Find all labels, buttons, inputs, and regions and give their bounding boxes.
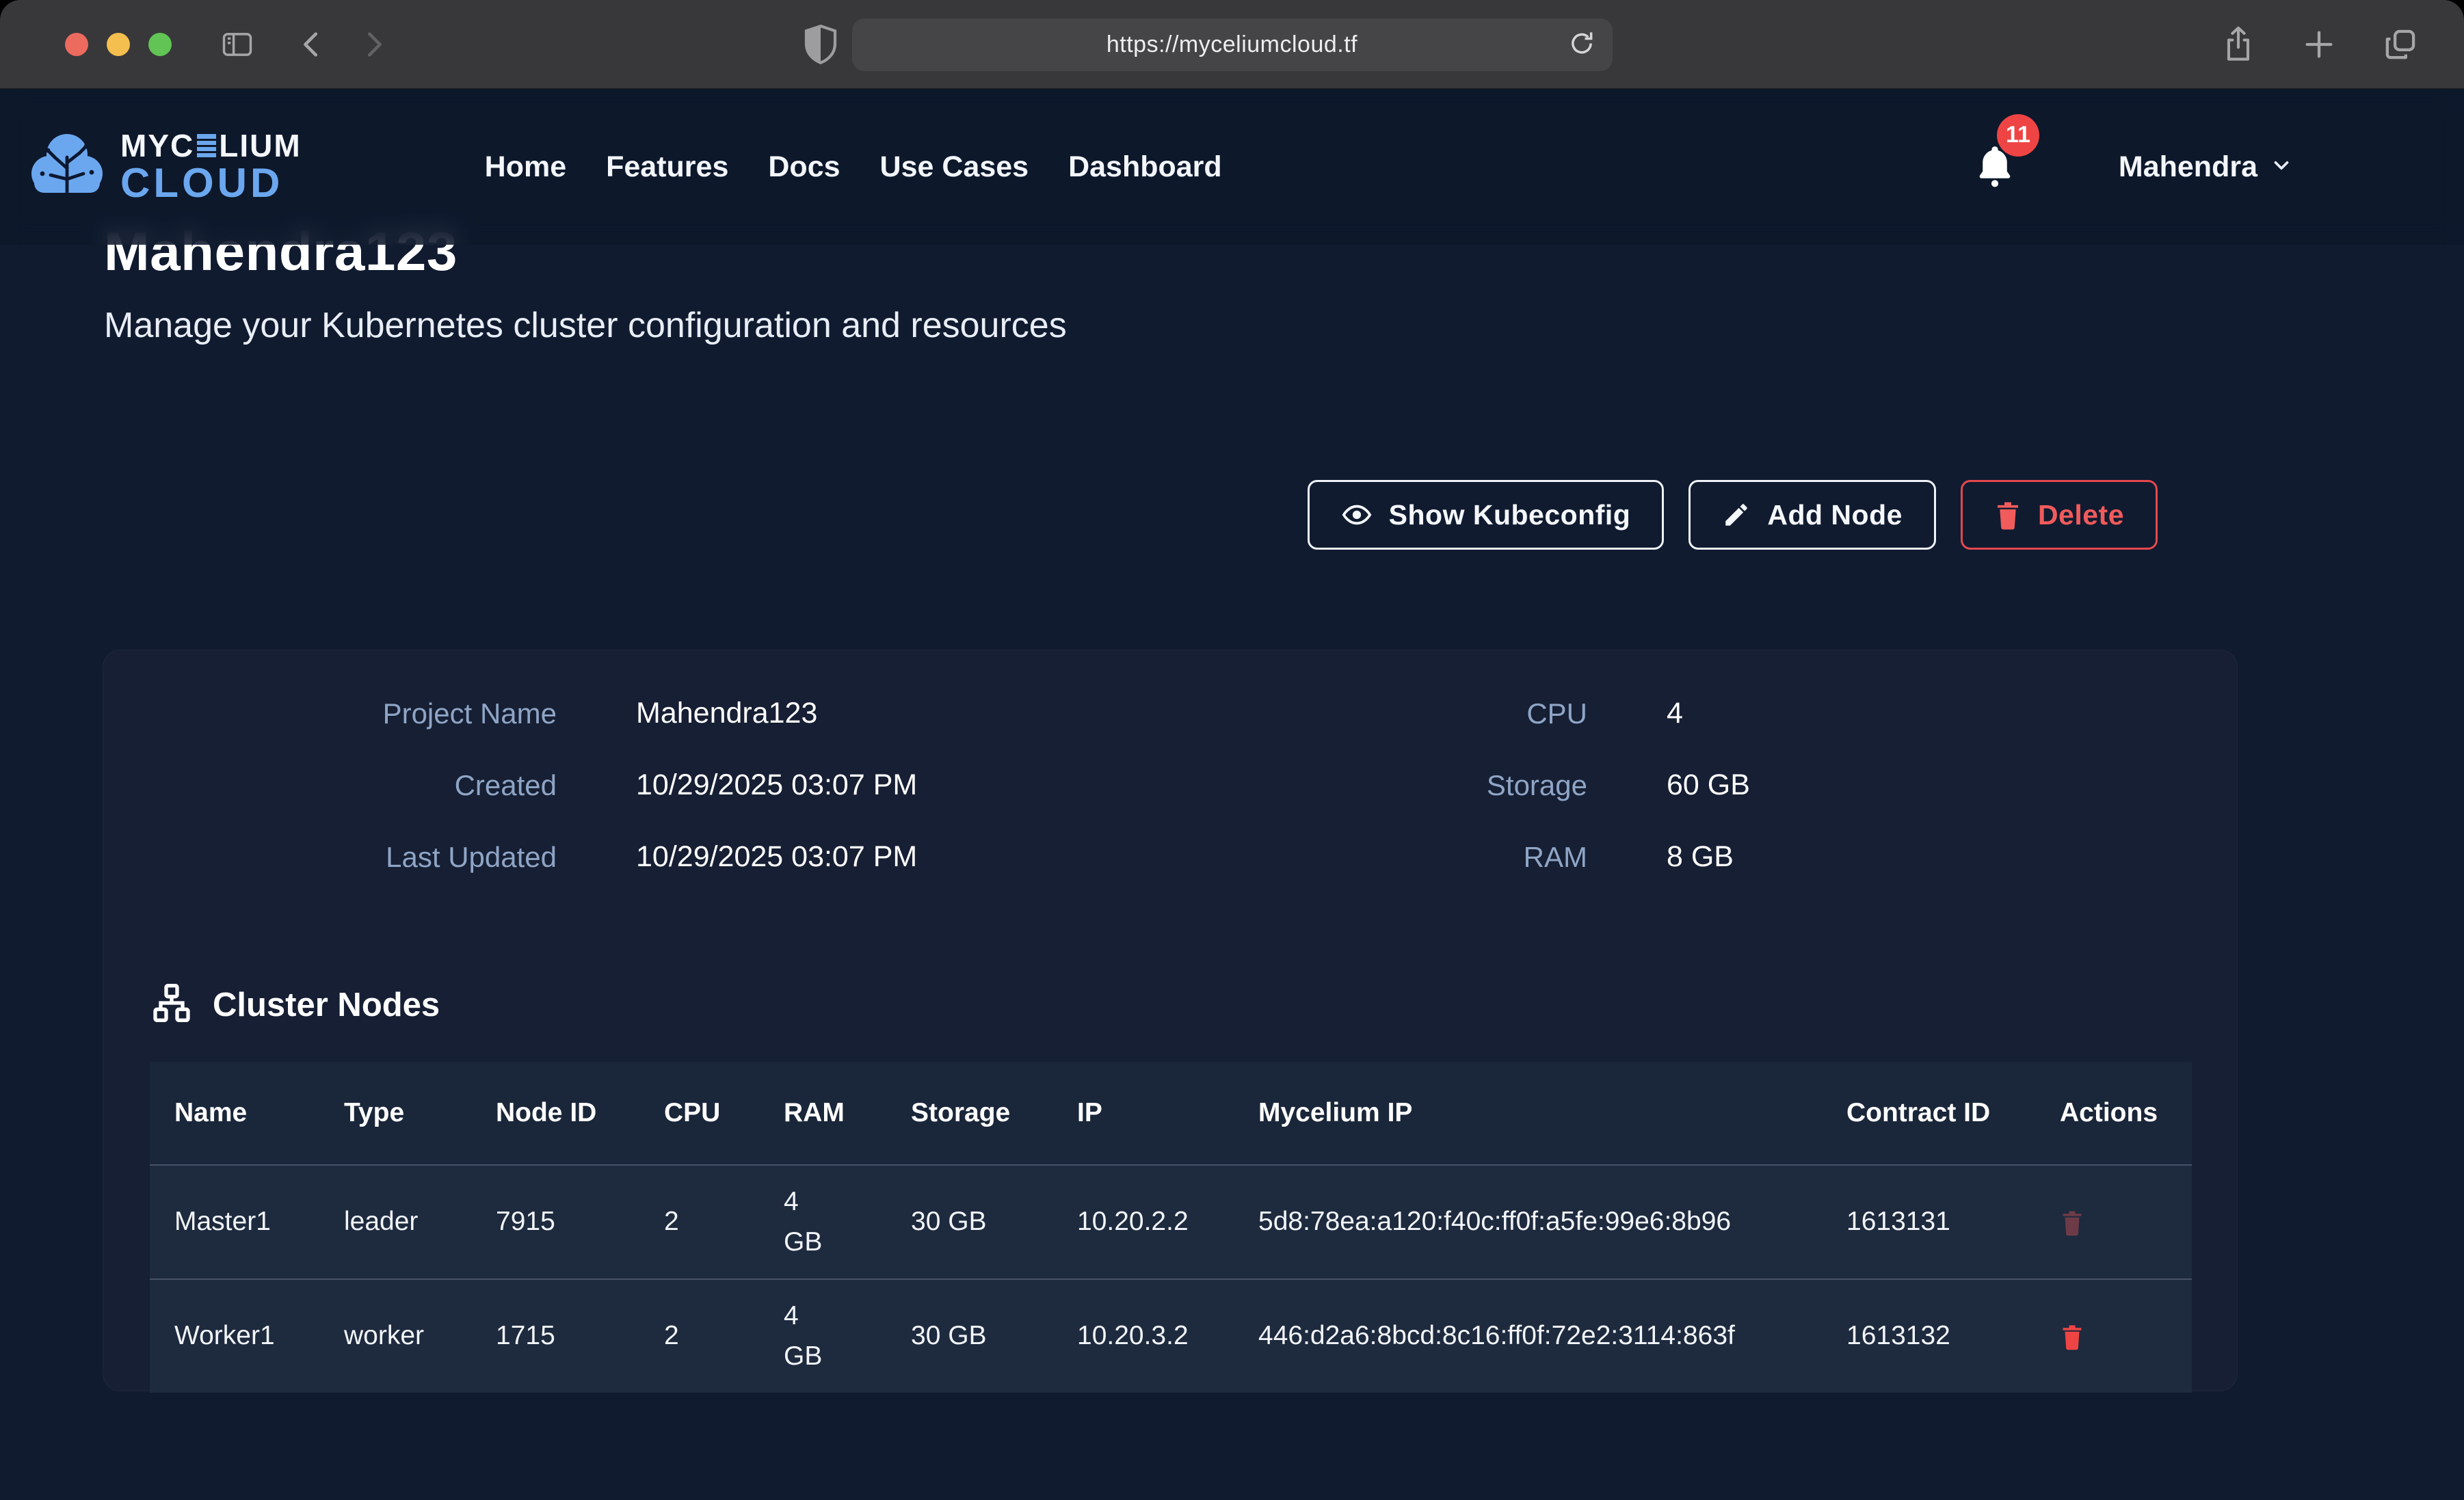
project-name-value: Mahendra123 — [636, 697, 817, 730]
col-cpu: CPU — [639, 1062, 759, 1164]
node-id: 7915 — [471, 1166, 639, 1278]
url-text: https://myceliumcloud.tf — [1107, 31, 1357, 58]
table-row: Worker1 worker 1715 2 4 GB 30 GB 10.20.3… — [150, 1278, 2192, 1393]
col-actions: Actions — [2035, 1062, 2192, 1164]
node-type: leader — [319, 1166, 471, 1278]
node-type: worker — [319, 1280, 471, 1393]
share-icon[interactable] — [2221, 25, 2256, 64]
node-contract-id: 1613131 — [1822, 1166, 2035, 1278]
col-type: Type — [319, 1062, 471, 1164]
cpu-value: 4 — [1667, 697, 1683, 730]
detail-row-created: Created 10/29/2025 03:07 PM — [150, 749, 1278, 821]
delete-cluster-button[interactable]: Delete — [1961, 480, 2158, 550]
delete-node-button[interactable] — [2060, 1209, 2084, 1236]
back-icon[interactable] — [296, 29, 328, 60]
col-ram: RAM — [759, 1062, 886, 1164]
detail-row-storage: Storage 60 GB — [1278, 749, 2190, 821]
node-ip: 10.20.2.2 — [1052, 1166, 1234, 1278]
forward-icon[interactable] — [358, 29, 389, 60]
storage-value: 60 GB — [1667, 768, 1750, 802]
col-mycelium-ip: Mycelium IP — [1234, 1062, 1822, 1164]
traffic-lights — [65, 33, 172, 56]
col-node-id: Node ID — [471, 1062, 639, 1164]
notification-badge: 11 — [1997, 114, 2039, 157]
node-name: Worker1 — [150, 1280, 319, 1393]
address-bar[interactable]: https://myceliumcloud.tf — [852, 18, 1613, 71]
cluster-nodes-table: Name Type Node ID CPU RAM Storage IP Myc… — [150, 1062, 2192, 1393]
brand-logo[interactable]: MYCLIUM CLOUD — [26, 127, 302, 207]
col-ip: IP — [1052, 1062, 1234, 1164]
user-menu[interactable]: Mahendra — [2119, 150, 2293, 184]
sidebar-toggle-icon[interactable] — [220, 27, 255, 62]
ram-value: 8 GB — [1667, 840, 1734, 874]
browser-chrome: https://myceliumcloud.tf — [0, 0, 2464, 89]
add-node-button[interactable]: Add Node — [1688, 480, 1936, 550]
cluster-details-card: Project Name Mahendra123 Created 10/29/2… — [103, 649, 2238, 1391]
nav-item-features[interactable]: Features — [606, 150, 728, 184]
network-nodes-icon — [150, 981, 194, 1028]
nav-item-use-cases[interactable]: Use Cases — [880, 150, 1029, 184]
created-value: 10/29/2025 03:07 PM — [636, 768, 917, 802]
node-name: Master1 — [150, 1166, 319, 1278]
nav-item-docs[interactable]: Docs — [768, 150, 840, 184]
page-body: Mahendra123 MYCLIUM CLOUD Home Features … — [0, 89, 2464, 1500]
privacy-shield-icon[interactable] — [802, 23, 840, 69]
new-tab-icon[interactable] — [2301, 27, 2337, 62]
detail-row-project-name: Project Name Mahendra123 — [150, 678, 1278, 749]
nav-right-group: 11 Mahendra — [1974, 143, 2464, 191]
nav-links: Home Features Docs Use Cases Dashboard — [485, 150, 1222, 184]
col-storage: Storage — [886, 1062, 1052, 1164]
node-cpu: 2 — [639, 1280, 759, 1393]
user-name: Mahendra — [2119, 150, 2257, 184]
node-mycelium-ip: 5d8:78ea:a120:f40c:ff0f:a5fe:99e6:8b96 — [1234, 1166, 1822, 1278]
col-contract-id: Contract ID — [1822, 1062, 2035, 1164]
top-navbar: MYCLIUM CLOUD Home Features Docs Use Cas… — [0, 89, 2464, 245]
detail-row-cpu: CPU 4 — [1278, 678, 2190, 749]
node-storage: 30 GB — [886, 1166, 1052, 1278]
last-updated-value: 10/29/2025 03:07 PM — [636, 840, 917, 874]
cluster-nodes-header: Cluster Nodes — [150, 981, 440, 1028]
node-contract-id: 1613132 — [1822, 1280, 2035, 1393]
zoom-window-button[interactable] — [148, 33, 172, 56]
close-window-button[interactable] — [65, 33, 88, 56]
nav-item-home[interactable]: Home — [485, 150, 566, 184]
chrome-right-icons — [2221, 0, 2419, 88]
delete-node-button[interactable] — [2060, 1323, 2084, 1350]
mycelium-logo-icon — [26, 127, 108, 207]
chevron-down-icon — [2270, 154, 2293, 180]
brand-line-cloud: CLOUD — [120, 163, 302, 204]
show-kubeconfig-button[interactable]: Show Kubeconfig — [1308, 480, 1665, 550]
minimize-window-button[interactable] — [107, 33, 130, 56]
cluster-summary: Project Name Mahendra123 Created 10/29/2… — [150, 678, 2190, 893]
cluster-actions: Show Kubeconfig Add Node Delete — [1308, 480, 2158, 550]
pencil-icon — [1722, 500, 1751, 529]
node-ip: 10.20.3.2 — [1052, 1280, 1234, 1393]
table-header-row: Name Type Node ID CPU RAM Storage IP Myc… — [150, 1062, 2192, 1164]
node-cpu: 2 — [639, 1166, 759, 1278]
reload-icon[interactable] — [1567, 29, 1596, 61]
eye-icon — [1341, 499, 1373, 531]
browser-window: https://myceliumcloud.tf Mahendra123 — [0, 0, 2464, 1500]
node-ram: 4 GB — [759, 1166, 886, 1278]
stylized-e-glyph — [197, 134, 216, 157]
nav-item-dashboard[interactable]: Dashboard — [1068, 150, 1222, 184]
brand-text: MYCLIUM CLOUD — [120, 130, 302, 204]
node-storage: 30 GB — [886, 1280, 1052, 1393]
node-mycelium-ip: 446:d2a6:8bcd:8c16:ff0f:72e2:3114:863f — [1234, 1280, 1822, 1393]
brand-line-mycelium: MYCLIUM — [120, 130, 302, 161]
detail-row-last-updated: Last Updated 10/29/2025 03:07 PM — [150, 821, 1278, 893]
node-ram: 4 GB — [759, 1280, 886, 1393]
node-id: 1715 — [471, 1280, 639, 1393]
notifications-bell-icon[interactable]: 11 — [1974, 143, 2016, 191]
table-row: Master1 leader 7915 2 4 GB 30 GB 10.20.2… — [150, 1164, 2192, 1278]
page-subtitle: Manage your Kubernetes cluster configura… — [104, 305, 1067, 346]
tab-overview-icon[interactable] — [2382, 26, 2419, 63]
col-name: Name — [150, 1062, 319, 1164]
trash-icon — [1994, 500, 2022, 530]
detail-row-ram: RAM 8 GB — [1278, 821, 2190, 893]
